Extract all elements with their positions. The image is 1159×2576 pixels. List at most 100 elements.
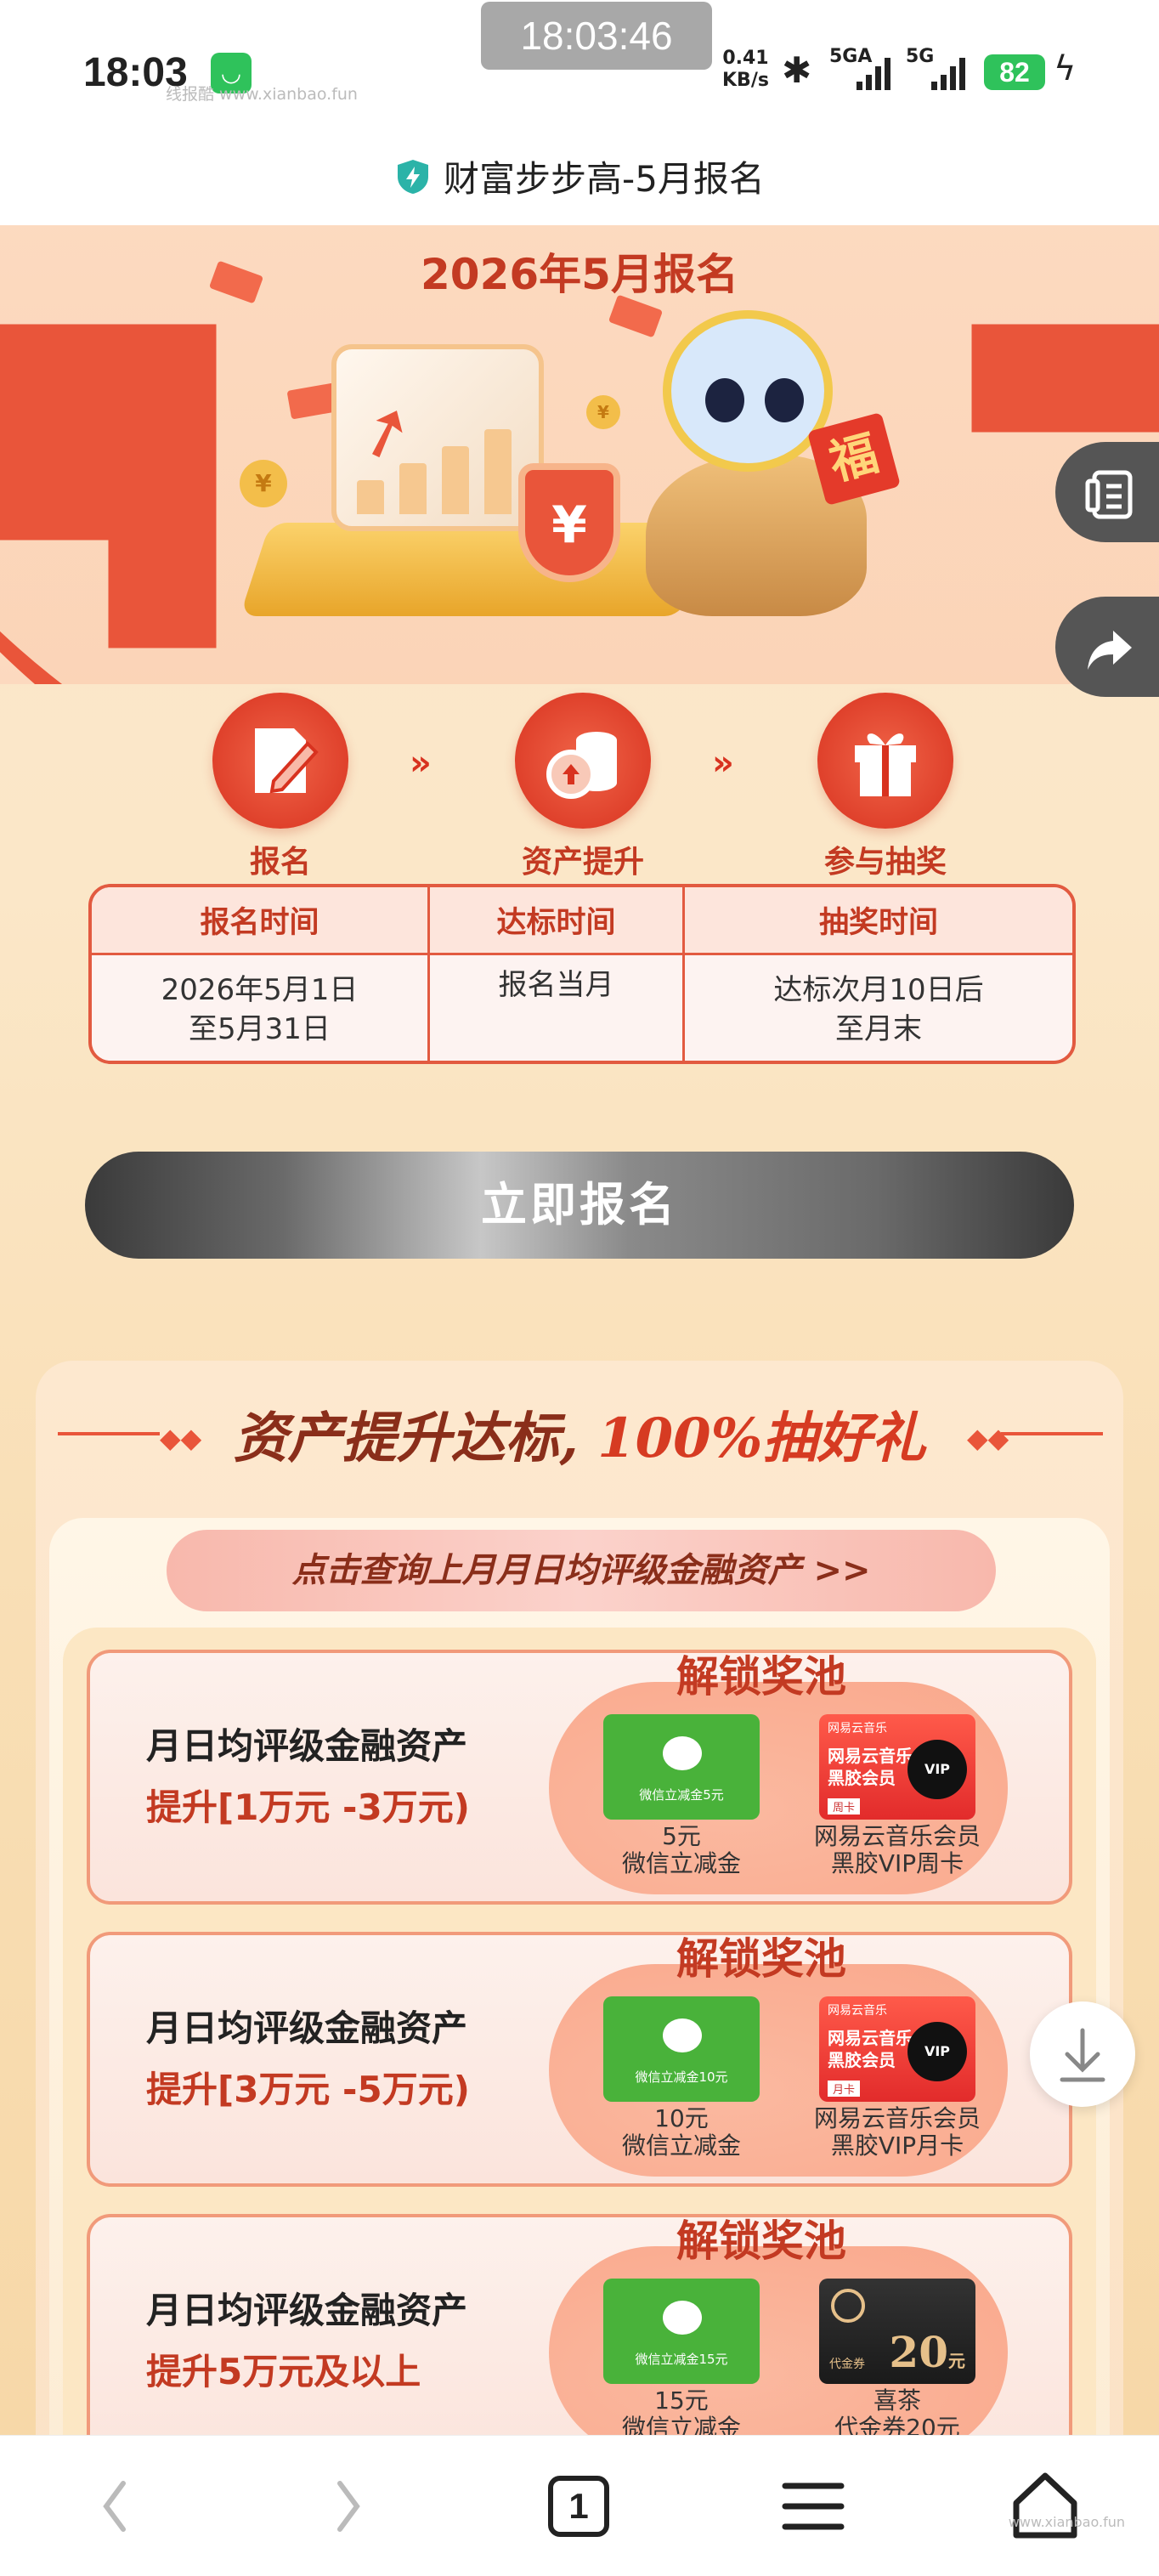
watermark-text: www.xianbao.fun	[1008, 2514, 1125, 2530]
card-title-line: 黑胶会员	[828, 1768, 896, 1788]
heytea-logo-icon	[831, 2289, 865, 2323]
hero-banner: 2026年5月报名 ¥ ¥ ➚ ¥ 福	[0, 225, 1159, 684]
bluetooth-icon: ✱	[782, 49, 812, 91]
signal-5g-icon: 5G	[906, 46, 965, 90]
title-bar: 财富步步高-5月报名	[0, 127, 1159, 225]
schedule-cell: 达标次月10日后 至月末	[685, 955, 1072, 1061]
share-float-button[interactable]	[1055, 597, 1159, 697]
net-speed: 0.41 KB/s	[722, 48, 769, 92]
chevron-right-icon: »	[712, 744, 734, 783]
tier-range: 提升5万元及以上	[146, 2351, 421, 2392]
card-text: 微信立减金5元	[639, 1787, 724, 1803]
step-asset-increase: 资产提升	[506, 693, 659, 881]
voucher-label: 代金券	[829, 2358, 865, 2371]
tier-card: 月日均评级金融资产 提升[3万元 -5万元) 解锁奖池 微信立减金10元 网易云…	[87, 1932, 1072, 2187]
voucher-amount-unit: 元	[948, 2351, 965, 2371]
caption-line: 15元	[654, 2386, 709, 2415]
vinyl-vip-icon: VIP	[907, 1740, 967, 1799]
caption-line: 黑胶VIP周卡	[830, 1849, 964, 1877]
schedule-header: 达标时间	[430, 887, 685, 955]
signal-5g-label: 5G	[906, 46, 935, 67]
menu-float-button[interactable]	[1055, 442, 1159, 542]
prize-caption: 5元 微信立减金	[571, 1823, 792, 1877]
step-label: 参与抽奖	[823, 845, 947, 880]
net-speed-unit: KB/s	[722, 70, 769, 91]
voucher-amount-value: 20	[889, 2327, 948, 2377]
back-button[interactable]	[85, 2470, 144, 2543]
tier-line1: 月日均评级金融资产	[146, 2290, 468, 2331]
diamond-icon: ◆◆	[967, 1422, 1009, 1454]
chevron-right-icon	[337, 2481, 360, 2532]
wechat-icon	[663, 2301, 702, 2335]
wechat-icon	[663, 2018, 702, 2052]
caption-line: 微信立减金	[621, 2414, 741, 2436]
schedule-header: 抽奖时间	[685, 887, 1072, 955]
battery-icon: 82	[984, 54, 1045, 90]
banner-highlight: 100%抽好礼	[597, 1407, 926, 1470]
schedule-line: 达标次月10日后	[773, 973, 984, 1007]
forward-button[interactable]	[319, 2470, 378, 2543]
query-assets-link[interactable]: 点击查询上月月日均评级金融资产 >>	[167, 1530, 996, 1611]
chevron-right-icon: »	[410, 744, 432, 783]
caption-line: 10元	[654, 2104, 709, 2132]
coin-stack-icon	[515, 693, 651, 829]
tabs-button[interactable]: 1	[540, 2470, 617, 2543]
wechat-voucher-card: 微信立减金10元	[603, 1996, 760, 2102]
steps-row: 报名 » 资产提升 » 参与抽奖	[0, 693, 1159, 888]
step-lottery: 参与抽奖	[809, 693, 962, 881]
hamburger-menu-icon	[782, 2483, 845, 2530]
card-title: 网易云音乐 黑胶会员	[828, 1745, 913, 1789]
schedule-header: 报名时间	[92, 887, 430, 955]
wechat-icon	[663, 1736, 702, 1770]
card-tag: 月卡	[828, 2081, 861, 2097]
hero-headline: 2026年5月报名	[421, 250, 738, 299]
home-icon	[1013, 2472, 1077, 2539]
step-label: 资产提升	[521, 845, 644, 880]
prize-pool-title: 解锁奖池	[676, 1933, 846, 1984]
banner-prefix: 资产提升达标,	[233, 1407, 579, 1470]
prize-caption: 15元 微信立减金	[571, 2386, 792, 2436]
charging-icon: ϟ	[1054, 49, 1077, 88]
menu-button[interactable]	[775, 2470, 851, 2543]
wechat-voucher-card: 微信立减金5元	[603, 1714, 760, 1820]
gift-icon	[817, 693, 953, 829]
schedule-header-row: 报名时间 达标时间 抽奖时间	[92, 887, 1072, 955]
banner-line	[1001, 1432, 1103, 1435]
card-text: 微信立减金10元	[635, 2069, 728, 2085]
schedule-line: 至月末	[834, 1012, 922, 1046]
tier-list: 月日均评级金融资产 提升[1万元 -3万元) 解锁奖池 微信立减金5元 网易云音…	[63, 1628, 1096, 2435]
caption-line: 微信立减金	[621, 1849, 741, 1877]
caption-line: 代金券20元	[834, 2414, 960, 2436]
signup-button[interactable]: 立即报名	[85, 1152, 1074, 1259]
caption-line: 微信立减金	[621, 2132, 741, 2160]
download-float-button[interactable]	[1030, 2001, 1135, 2107]
prize-pool-title: 解锁奖池	[676, 2216, 846, 2266]
list-icon	[1085, 470, 1133, 519]
page-title: 财富步步高-5月报名	[444, 158, 765, 200]
home-button[interactable]	[1003, 2470, 1088, 2543]
card-title-line: 网易云音乐	[828, 2028, 913, 2048]
card-text: 微信立减金15元	[635, 2352, 728, 2367]
page-content: 2026年5月报名 ¥ ¥ ➚ ¥ 福 报名 » 资产提升 » 参与抽奖 报名时…	[0, 225, 1159, 2435]
schedule-line: 至5月31日	[189, 1012, 331, 1046]
tab-count: 1	[548, 2476, 609, 2537]
wechat-voucher-card: 微信立减金15元	[603, 2279, 760, 2384]
clock-overlay: 18:03:46	[481, 2, 712, 70]
coin-icon: ¥	[240, 460, 287, 507]
prize-caption: 网易云音乐会员 黑胶VIP周卡	[787, 1823, 1008, 1877]
prize-caption: 10元 微信立减金	[571, 2105, 792, 2160]
caption-line: 5元	[662, 1822, 701, 1850]
edit-icon	[212, 693, 348, 829]
schedule-line: 2026年5月1日	[161, 973, 359, 1007]
signal-5ga-icon: 5GA	[829, 46, 890, 90]
tier-range: 提升[3万元 -5万元)	[146, 2069, 470, 2110]
schedule-line: 报名当月	[498, 968, 614, 1002]
browser-bottom-nav: 1 www.xianbao.fun	[0, 2435, 1159, 2576]
mascot-illustration	[663, 310, 833, 472]
yen-shield-icon: ¥	[518, 463, 620, 582]
chevron-left-icon	[103, 2481, 126, 2532]
prize-pool-title: 解锁奖池	[676, 1651, 846, 1701]
prize-caption: 喜茶 代金券20元	[787, 2387, 1008, 2436]
caption-line: 网易云音乐会员	[813, 1822, 981, 1850]
watermark-text: 线报酷 www.xianbao.fun	[166, 85, 358, 104]
